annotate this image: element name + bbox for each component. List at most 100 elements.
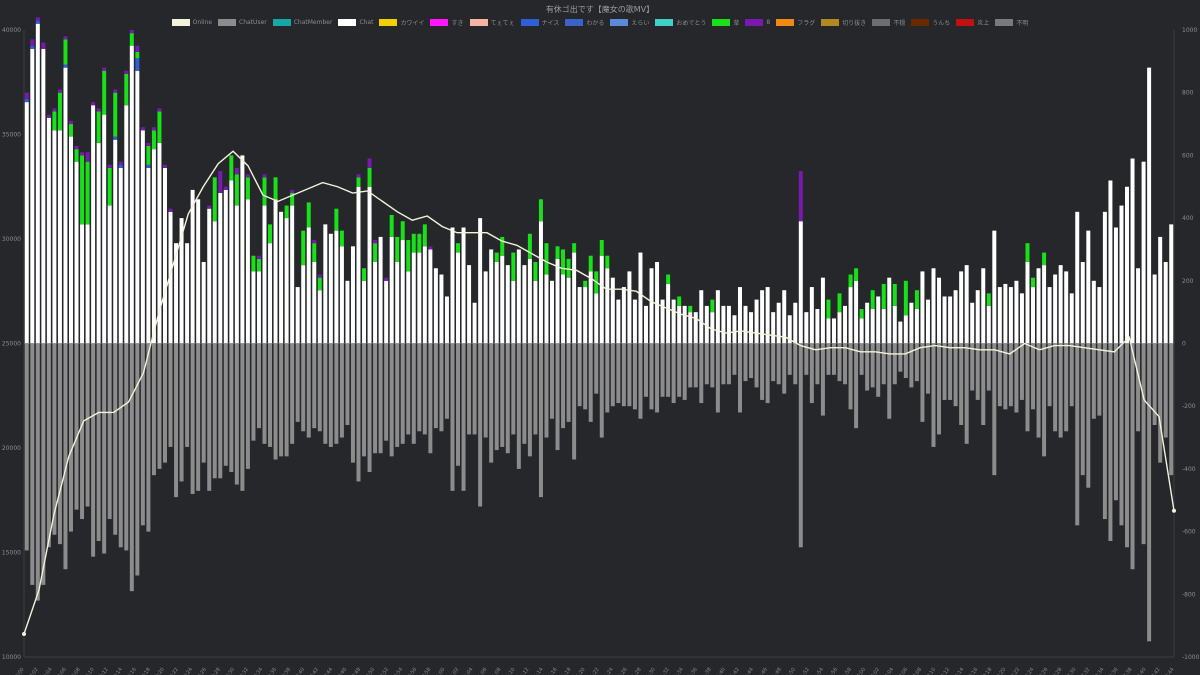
bar-8-26 — [168, 208, 173, 212]
x-tick-label-18: 20:36 — [265, 667, 278, 675]
bar-Chat-16 — [113, 139, 118, 344]
y-right-tick-label-7: 400 — [1182, 215, 1194, 222]
bar-chatuser-70 — [411, 343, 416, 444]
bar-Chat-60 — [356, 186, 361, 344]
bar-chatuser-23 — [151, 343, 156, 476]
bar-8-21 — [140, 127, 145, 131]
bar-草-15 — [107, 167, 112, 206]
bar-chatuser-175 — [992, 343, 997, 476]
bar-Chat-104 — [599, 255, 604, 344]
x-tick-label-78: 22:36 — [1106, 667, 1119, 675]
bar-chatuser-105 — [605, 343, 610, 413]
bar-草-98 — [566, 258, 571, 278]
x-tick-label-7: 20:14 — [111, 667, 124, 675]
bar-Chat-128 — [732, 315, 737, 344]
bar-Chat-109 — [627, 271, 632, 344]
bar-草-43 — [262, 177, 267, 206]
x-tick-label-55: 21:50 — [784, 667, 797, 675]
bar-草-120 — [688, 305, 693, 313]
bar-草-101 — [583, 280, 588, 288]
bar-Chat-137 — [782, 290, 787, 344]
x-tick-label-17: 20:34 — [251, 667, 264, 675]
bar-Chat-56 — [334, 230, 339, 344]
bar-chatuser-201 — [1136, 343, 1141, 432]
bar-chatuser-111 — [638, 343, 643, 419]
bar-8-2 — [35, 17, 40, 21]
bar-草-62 — [367, 167, 372, 187]
bar-8-19 — [129, 30, 134, 34]
bar-Chat-162 — [920, 271, 925, 344]
bar-chatuser-63 — [373, 343, 378, 454]
bar-Chat-4 — [46, 117, 51, 344]
bar-Chat-172 — [975, 290, 980, 344]
bar-chatuser-180 — [1019, 343, 1024, 400]
bar-Chat-78 — [456, 252, 460, 344]
bar-Chat-201 — [1136, 268, 1141, 344]
bar-Chat-173 — [981, 268, 986, 344]
bar-Chat-106 — [610, 277, 615, 344]
bar-Chat-113 — [649, 268, 654, 344]
y-left-tick-label-2: 20000 — [2, 445, 21, 452]
bar-chatuser-142 — [809, 343, 814, 404]
bar-chatuser-39 — [240, 343, 245, 491]
x-tick-label-29: 20:58 — [419, 667, 432, 675]
bar-草-161 — [914, 290, 919, 310]
bar-chatuser-82 — [478, 343, 483, 507]
bar-8-42 — [256, 255, 261, 259]
bar-Chat-80 — [467, 265, 472, 344]
bar-Chat-8 — [69, 136, 73, 344]
bar-草-182 — [1031, 277, 1035, 288]
x-tick-label-8: 20:16 — [125, 667, 138, 675]
bar-草-174 — [986, 293, 991, 306]
bar-chatuser-73 — [428, 343, 433, 454]
bar-Chat-155 — [881, 309, 886, 344]
bar-chatuser-38 — [234, 343, 239, 485]
bar-chatuser-148 — [843, 343, 848, 385]
bar-8-12 — [91, 102, 96, 106]
bar-Chat-122 — [699, 290, 704, 344]
bar-chatuser-149 — [848, 343, 853, 410]
bar-8-13 — [96, 108, 101, 112]
bar-chatuser-194 — [1097, 343, 1102, 416]
bar-草-149 — [848, 274, 853, 288]
bar-草-61 — [362, 268, 367, 281]
bar-chatuser-1 — [30, 343, 35, 585]
x-tick-label-1: 20:02 — [26, 667, 39, 675]
bar-Chat-66 — [389, 236, 394, 344]
bar-草-38 — [234, 174, 239, 206]
x-tick-label-59: 21:58 — [840, 667, 853, 675]
bar-chatuser-130 — [743, 343, 748, 382]
bar-Chat-203 — [1147, 67, 1152, 344]
bar-chatuser-99 — [572, 343, 577, 460]
bar-chatuser-193 — [1091, 343, 1096, 419]
bar-chatuser-108 — [621, 343, 626, 407]
bar-chatuser-71 — [417, 343, 422, 432]
bar-草-116 — [666, 274, 671, 284]
bar-Chat-47 — [284, 218, 289, 344]
bar-chatuser-112 — [644, 343, 648, 397]
bar-草-159 — [903, 280, 908, 316]
bar-chatuser-125 — [715, 343, 720, 413]
x-tick-label-81: 22:42 — [1148, 667, 1161, 675]
bar-8-9 — [74, 146, 79, 150]
bar-Chat-71 — [417, 252, 422, 344]
bar-chatuser-195 — [1102, 343, 1107, 520]
x-tick-label-41: 21:22 — [587, 667, 600, 675]
bar-chatuser-156 — [887, 343, 892, 419]
bar-Chat-192 — [1086, 230, 1091, 344]
x-tick-label-27: 20:54 — [391, 667, 404, 675]
bar-8-18 — [124, 70, 129, 74]
x-tick-label-11: 20:22 — [167, 667, 180, 675]
bar-Chat-116 — [666, 283, 671, 344]
bar-chatuser-75 — [439, 343, 444, 432]
bar-Chat-86 — [500, 255, 505, 344]
bar-Chat-54 — [323, 224, 328, 344]
x-tick-label-47: 21:34 — [672, 667, 685, 675]
bar-8-7 — [63, 36, 68, 40]
bar-Chat-184 — [1042, 265, 1047, 344]
bar-chatuser-22 — [146, 343, 151, 532]
bar-Chat-83 — [483, 271, 488, 344]
bar-chatuser-179 — [1014, 343, 1019, 413]
bar-chatuser-27 — [174, 343, 179, 498]
bar-Chat-154 — [876, 296, 881, 344]
